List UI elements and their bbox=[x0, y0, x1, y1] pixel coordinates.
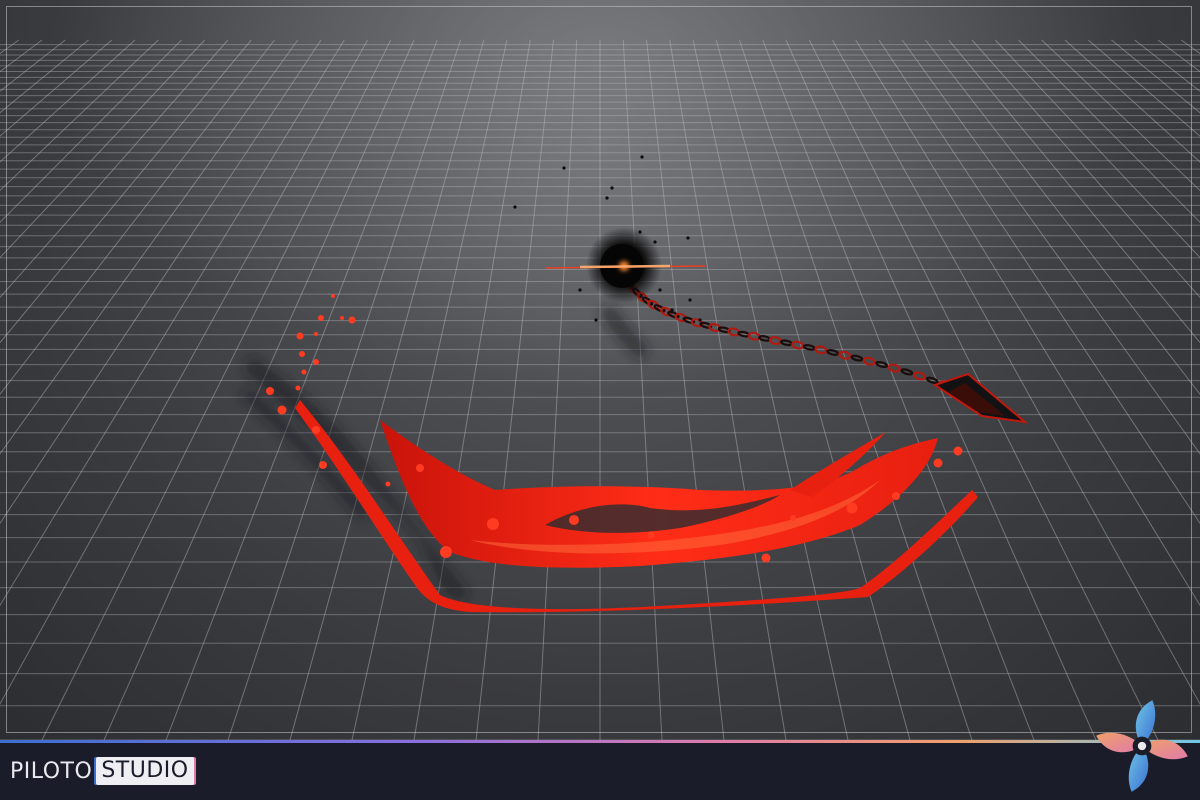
dark-particle bbox=[594, 318, 598, 322]
dark-particle bbox=[513, 205, 517, 209]
ember-particle bbox=[299, 351, 305, 357]
dark-particle bbox=[640, 155, 644, 159]
propeller-logo-icon bbox=[1096, 700, 1188, 792]
brand-wordmark-second: STUDIO bbox=[96, 757, 194, 785]
scene-viewport bbox=[0, 0, 1200, 740]
dark-particle bbox=[562, 166, 566, 170]
ember-particle bbox=[416, 464, 424, 472]
brand-wordmark: PILOTO STUDIO bbox=[10, 756, 194, 786]
ember-particle bbox=[846, 502, 858, 514]
dark-particle bbox=[653, 240, 657, 244]
ember-particle bbox=[296, 332, 304, 340]
ember-particle bbox=[487, 518, 499, 530]
ember-particle bbox=[331, 294, 335, 298]
scene-canvas bbox=[0, 0, 1200, 740]
dark-particle bbox=[670, 308, 674, 312]
dark-particle bbox=[658, 288, 662, 292]
ember-particle bbox=[569, 515, 579, 525]
dark-particle bbox=[686, 236, 690, 240]
dark-particle bbox=[605, 196, 609, 200]
ember-particle bbox=[301, 369, 307, 375]
ember-particle bbox=[314, 332, 318, 336]
ember-particle bbox=[312, 426, 320, 434]
ember-particle bbox=[266, 387, 274, 395]
footer-gradient-stripe bbox=[0, 740, 1200, 743]
dark-particle bbox=[638, 230, 642, 234]
dark-particle bbox=[698, 318, 702, 322]
ember-particle bbox=[340, 316, 344, 320]
brand-wordmark-first: PILOTO bbox=[10, 758, 93, 784]
ember-particle bbox=[790, 515, 796, 521]
dark-particle bbox=[610, 186, 614, 190]
ember-particle bbox=[933, 458, 943, 468]
ember-particle bbox=[892, 492, 900, 500]
ember-particle bbox=[761, 553, 771, 563]
ember-particle bbox=[277, 405, 287, 415]
ember-particle bbox=[647, 531, 655, 539]
ember-particle bbox=[440, 546, 452, 558]
footer-bar: PILOTO STUDIO bbox=[0, 740, 1200, 800]
ember-particle bbox=[319, 461, 327, 469]
ember-particle bbox=[953, 446, 963, 456]
ember-particle bbox=[295, 385, 301, 391]
ember-particle bbox=[348, 316, 356, 324]
ember-particle bbox=[318, 315, 324, 321]
dark-particle bbox=[688, 298, 692, 302]
ember-particle bbox=[313, 359, 319, 365]
game-viewport-screen: PILOTO STUDIO bbox=[0, 0, 1200, 800]
dark-particle bbox=[578, 288, 582, 292]
ember-particle bbox=[385, 481, 391, 487]
